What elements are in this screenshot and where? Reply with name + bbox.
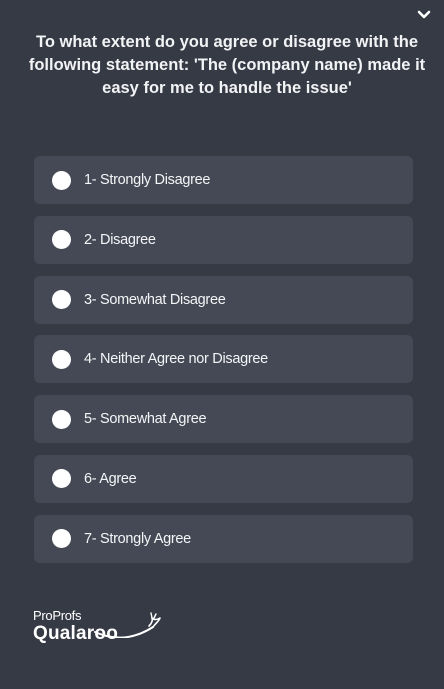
answer-options: 1- Strongly Disagree 2- Disagree 3- Some…: [34, 156, 413, 575]
option-somewhat-agree[interactable]: 5- Somewhat Agree: [34, 395, 413, 444]
radio-button[interactable]: [52, 230, 71, 250]
radio-button[interactable]: [52, 349, 71, 369]
proprofs-qualaroo-logo[interactable]: ProProfs Qualaroo: [33, 608, 173, 652]
option-somewhat-disagree[interactable]: 3- Somewhat Disagree: [34, 275, 413, 324]
brand-line-2: Qualaroo: [33, 623, 119, 644]
option-strongly-disagree[interactable]: 1- Strongly Disagree: [34, 156, 413, 204]
option-label: 3- Somewhat Disagree: [84, 291, 226, 308]
radio-button[interactable]: [52, 409, 71, 429]
option-label: 2- Disagree: [84, 231, 156, 248]
radio-button[interactable]: [52, 469, 71, 489]
option-label: 5- Somewhat Agree: [84, 411, 207, 428]
option-neither[interactable]: 4- Neither Agree nor Disagree: [34, 335, 413, 384]
survey-question: To what extent do you agree or disagree …: [28, 33, 426, 97]
radio-button[interactable]: [52, 290, 71, 310]
chevron-down-icon: [417, 10, 431, 19]
radio-button[interactable]: [52, 529, 71, 549]
option-label: 6- Agree: [84, 470, 137, 487]
option-label: 1- Strongly Disagree: [84, 172, 211, 188]
option-disagree[interactable]: 2- Disagree: [34, 215, 413, 264]
radio-button[interactable]: [52, 170, 71, 190]
brand-line-1: ProProfs: [33, 608, 82, 623]
option-label: 7- Strongly Agree: [84, 530, 191, 547]
option-strongly-agree[interactable]: 7- Strongly Agree: [34, 514, 413, 563]
collapse-button[interactable]: [416, 8, 432, 22]
option-label: 4- Neither Agree nor Disagree: [84, 351, 268, 368]
survey-widget: To what extent do you agree or disagree …: [0, 0, 444, 689]
option-agree[interactable]: 6- Agree: [34, 454, 413, 503]
